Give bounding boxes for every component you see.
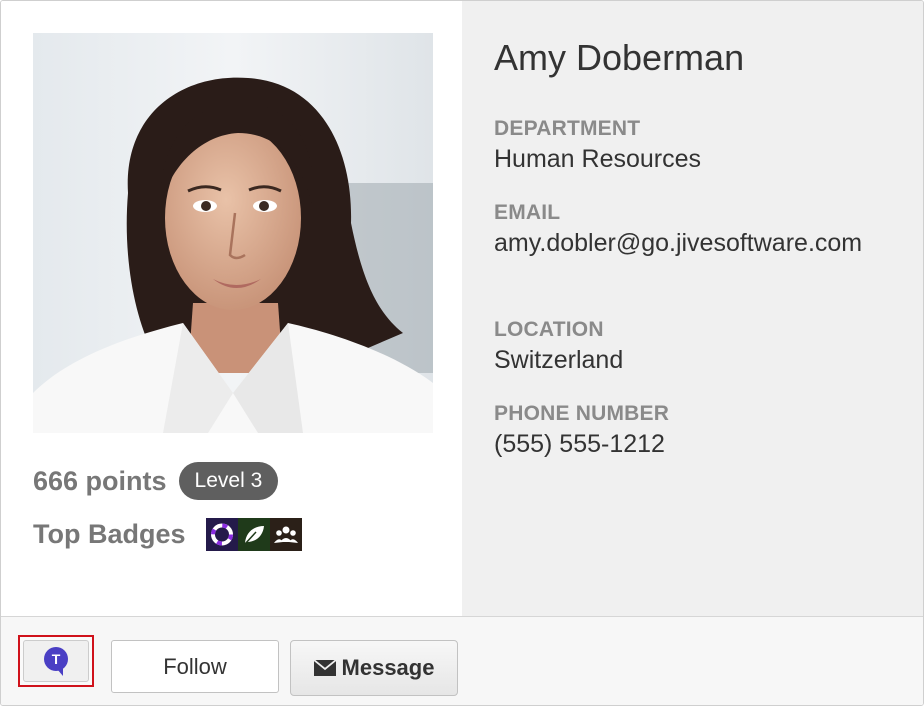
level-badge[interactable]: Level 3 xyxy=(178,462,279,500)
envelope-icon xyxy=(313,660,336,676)
profile-photo xyxy=(33,33,433,433)
phone-label: PHONE NUMBER xyxy=(494,402,670,425)
people-badge-icon[interactable] xyxy=(269,517,302,551)
chat-letter: T xyxy=(52,651,61,667)
top-badges-label: Top Badges xyxy=(33,518,186,549)
email-label: EMAIL xyxy=(494,201,561,224)
chat-button-inner[interactable]: T xyxy=(23,640,89,682)
lifebuoy-badge-icon[interactable] xyxy=(205,517,238,551)
chat-bubble-icon: T xyxy=(44,647,68,676)
department-label: DEPARTMENT xyxy=(494,117,641,140)
leaf-badge-icon[interactable] xyxy=(237,517,270,551)
message-button[interactable]: Message xyxy=(290,640,458,696)
top-badges-row: Top Badges xyxy=(33,515,302,553)
points-text: 666 points xyxy=(33,465,167,496)
chat-button[interactable]: T xyxy=(18,635,94,687)
top-badges-list xyxy=(205,517,302,551)
profile-details-panel: Amy Doberman DEPARTMENT Human Resources … xyxy=(462,1,923,616)
message-button-label: Message xyxy=(341,655,435,680)
location-label: LOCATION xyxy=(494,318,604,341)
department-value: Human Resources xyxy=(494,145,702,173)
email-value[interactable]: amy.dobler@go.jivesoftware.com xyxy=(494,226,894,260)
profile-left-panel: 666 points Level 3 Top Badges xyxy=(1,1,462,616)
points-row: 666 points Level 3 xyxy=(33,461,279,501)
location-value: Switzerland xyxy=(494,346,624,374)
profile-card: 666 points Level 3 Top Badges Amy Doberm… xyxy=(0,0,924,706)
follow-button[interactable]: Follow xyxy=(111,640,279,693)
phone-value: (555) 555-1212 xyxy=(494,430,665,458)
action-footer: T Follow Message xyxy=(1,616,923,705)
profile-name: Amy Doberman xyxy=(494,37,745,78)
